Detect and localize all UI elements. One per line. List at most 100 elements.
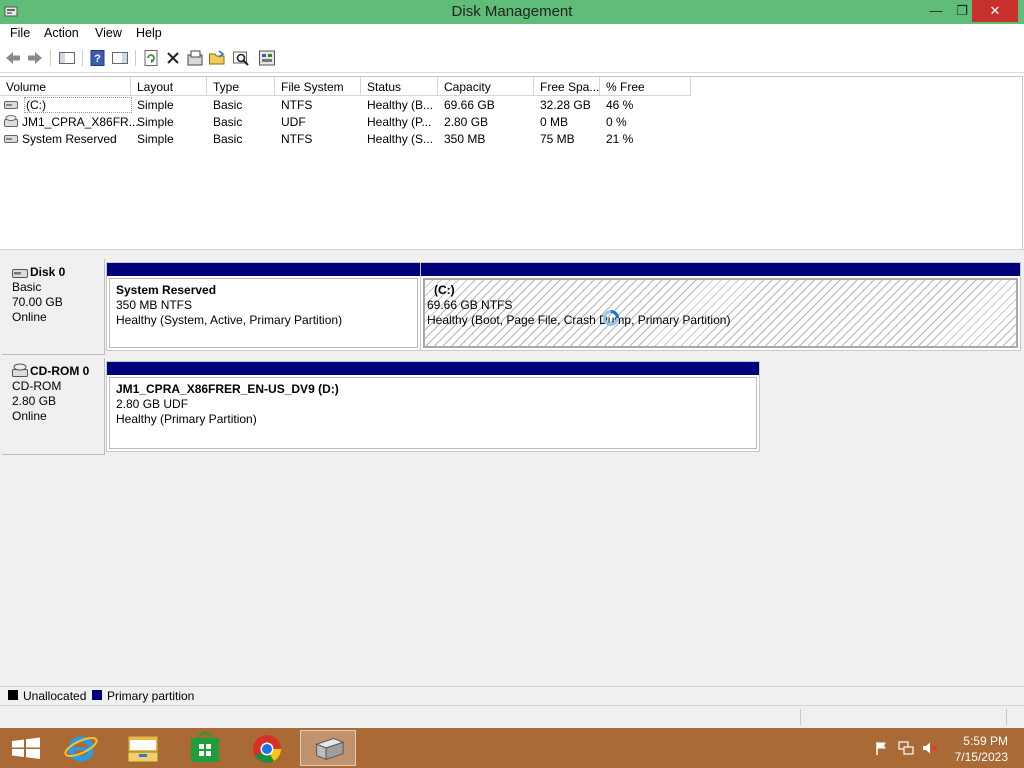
cell-volume: (C:): [24, 97, 132, 113]
partition-size: 350 MB NTFS: [116, 298, 193, 312]
console-tree-icon[interactable]: [58, 49, 76, 67]
status-bar: [0, 705, 1024, 728]
column-header-percent-free[interactable]: % Free: [600, 77, 691, 96]
column-header-layout[interactable]: Layout: [131, 77, 207, 96]
system-clock[interactable]: 5:59 PM 7/15/2023: [955, 733, 1008, 765]
cell-file-system: NTFS: [281, 132, 313, 146]
partition-size: 2.80 GB UDF: [116, 397, 189, 411]
chrome-icon[interactable]: [239, 730, 295, 766]
cell-free-space: 75 MB: [540, 132, 575, 146]
menu-file[interactable]: File: [10, 26, 30, 40]
cell-percent-free: 0 %: [606, 115, 627, 129]
hard-disk-icon: [12, 269, 28, 278]
drive-icon: [4, 101, 18, 109]
column-header-capacity[interactable]: Capacity: [438, 77, 534, 96]
disk-graphical-view: Disk 0 Basic 70.00 GB Online System Rese…: [0, 254, 1024, 686]
legend-unallocated: Unallocated: [23, 689, 87, 703]
partition-c-drive[interactable]: (C:) 69.66 GB NTFS Healthy (Boot, Page F…: [420, 262, 1021, 351]
menu-view[interactable]: View: [95, 26, 122, 40]
column-header-status[interactable]: Status: [361, 77, 438, 96]
window-title: Disk Management: [451, 3, 573, 20]
table-row[interactable]: System Reserved Simple Basic NTFS Health…: [0, 131, 700, 148]
cell-volume: JM1_CPRA_X86FR...: [22, 115, 139, 129]
toolbar-separator: [82, 50, 83, 66]
back-icon[interactable]: [4, 49, 22, 67]
cell-file-system: NTFS: [281, 98, 313, 112]
disk-management-icon[interactable]: [300, 730, 356, 766]
table-row[interactable]: JM1_CPRA_X86FR... Simple Basic UDF Healt…: [0, 114, 700, 131]
toolbar: ?: [0, 44, 1024, 73]
partition-title: (C:): [434, 283, 455, 297]
disk-0-label[interactable]: Disk 0 Basic 70.00 GB Online: [2, 259, 105, 355]
legend: Unallocated Primary partition: [0, 686, 1024, 705]
column-header-volume[interactable]: Volume: [0, 77, 131, 96]
clock-date: 7/15/2023: [954, 750, 1008, 764]
status-bar-divider: [800, 709, 801, 725]
column-header-free-space[interactable]: Free Spa...: [534, 77, 600, 96]
column-header-type[interactable]: Type: [207, 77, 275, 96]
disk-type: Basic: [12, 280, 42, 294]
cdrom-icon: [4, 115, 18, 127]
partition-size: 69.66 GB NTFS: [427, 298, 513, 312]
cell-percent-free: 21 %: [606, 132, 634, 146]
file-explorer-icon[interactable]: [115, 730, 171, 766]
menu-bar: File Action View Help: [0, 24, 1024, 44]
disk-type: CD-ROM: [12, 379, 62, 393]
toolbar-separator: [135, 50, 136, 66]
legend-primary-partition: Primary partition: [107, 689, 195, 703]
properties-icon[interactable]: [186, 49, 204, 67]
disk-name: Disk 0: [30, 265, 66, 279]
title-bar: Disk Management — ❐ ✕: [0, 0, 1024, 24]
cell-percent-free: 46 %: [606, 98, 634, 112]
partition-status: Healthy (Primary Partition): [116, 412, 257, 426]
explore-icon[interactable]: [232, 49, 250, 67]
disk-name: CD-ROM 0: [30, 364, 90, 378]
disk-state: Online: [12, 409, 47, 423]
help-topics-icon[interactable]: [258, 49, 276, 67]
status-bar-divider: [1006, 709, 1007, 725]
disk-size: 70.00 GB: [12, 295, 63, 309]
cell-capacity: 69.66 GB: [444, 98, 495, 112]
menu-help[interactable]: Help: [136, 26, 162, 40]
drive-icon: [4, 135, 18, 143]
unallocated-swatch: [8, 690, 18, 700]
delete-icon[interactable]: [164, 49, 182, 67]
forward-icon[interactable]: [26, 49, 44, 67]
cdrom-icon: [12, 363, 28, 377]
primary-partition-bar: [107, 362, 759, 375]
cell-capacity: 350 MB: [444, 132, 486, 146]
partition-cdrom-d[interactable]: JM1_CPRA_X86FRER_EN-US_DV9 (D:) 2.80 GB …: [106, 361, 760, 452]
help-icon[interactable]: ?: [89, 49, 107, 67]
cell-type: Basic: [213, 98, 243, 112]
partition-body: JM1_CPRA_X86FRER_EN-US_DV9 (D:) 2.80 GB …: [109, 377, 757, 449]
minimize-button[interactable]: —: [922, 0, 950, 22]
cdrom-0-label[interactable]: CD-ROM 0 CD-ROM 2.80 GB Online: [2, 358, 105, 455]
start-icon[interactable]: [0, 730, 56, 766]
network-icon[interactable]: [898, 740, 914, 756]
svg-text:?: ?: [94, 53, 101, 65]
open-icon[interactable]: [208, 49, 226, 67]
primary-partition-bar: [421, 263, 1020, 276]
taskbar: 5:59 PM 7/15/2023: [0, 728, 1024, 768]
partition-status: Healthy (System, Active, Primary Partiti…: [116, 313, 343, 327]
cell-type: Basic: [213, 115, 243, 129]
internet-explorer-icon[interactable]: [53, 730, 109, 766]
partition-system-reserved[interactable]: System Reserved 350 MB NTFS Healthy (Sys…: [106, 262, 421, 351]
show-hide-icon[interactable]: [111, 49, 129, 67]
volume-muted-icon[interactable]: [922, 740, 938, 756]
cell-status: Healthy (B...: [367, 98, 434, 112]
table-row[interactable]: (C:) Simple Basic NTFS Healthy (B... 69.…: [0, 97, 700, 114]
store-icon[interactable]: [177, 730, 233, 766]
column-header-file-system[interactable]: File System: [275, 77, 361, 96]
cell-layout: Simple: [137, 115, 174, 129]
menu-action[interactable]: Action: [44, 26, 79, 40]
close-button[interactable]: ✕: [972, 0, 1018, 22]
cell-status: Healthy (S...: [367, 132, 434, 146]
cell-type: Basic: [213, 132, 243, 146]
cell-layout: Simple: [137, 98, 174, 112]
action-center-flag-icon[interactable]: [874, 740, 890, 756]
refresh-icon[interactable]: [142, 49, 160, 67]
toolbar-separator: [50, 50, 51, 66]
partition-body: System Reserved 350 MB NTFS Healthy (Sys…: [109, 278, 418, 348]
cell-layout: Simple: [137, 132, 174, 146]
